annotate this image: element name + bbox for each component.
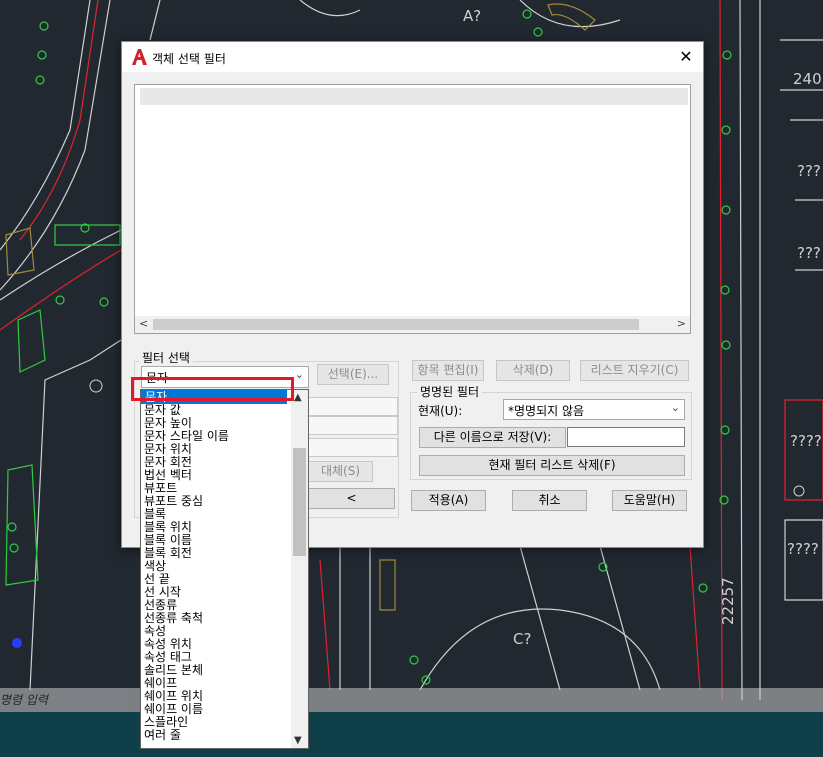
z-field[interactable] [308,438,398,457]
save-as-name-input[interactable] [567,427,685,447]
scroll-up-icon[interactable]: ▲ [294,392,302,403]
filter-list-row[interactable] [140,88,688,105]
select-button[interactable]: 선택(E)... [317,364,389,385]
cancel-button[interactable]: 취소 [512,490,587,511]
dialog-title: 객체 선택 필터 [152,52,226,66]
map-label: 22257 [719,577,737,625]
edit-item-button[interactable]: 항목 편집(I) [412,360,484,381]
map-label: ???? [790,432,822,450]
map-label: ??? [797,244,821,262]
current-label: 현재(U): [418,404,463,418]
filter-list[interactable]: < > [134,84,691,334]
help-button[interactable]: 도움말(H) [612,490,687,511]
command-line[interactable]: 명령 입력 [0,688,823,712]
close-icon[interactable]: ✕ [675,46,697,68]
map-label: A? [463,7,481,25]
add-to-list-button[interactable]: < [308,488,395,509]
map-label: 240 [793,70,822,88]
scroll-left-icon[interactable]: < [139,317,148,330]
filter-selection-legend: 필터 선택 [139,349,193,366]
map-label: ???? [787,540,819,558]
named-filters-legend: 명명된 필터 [417,383,483,400]
dropdown-vertical-scrollbar[interactable]: ▲ ▼ [291,390,308,748]
scroll-thumb[interactable] [293,448,306,556]
map-label: ??? [797,162,821,180]
taskbar [0,712,823,757]
save-as-button[interactable]: 다른 이름으로 저장(V): [419,427,566,448]
scroll-right-icon[interactable]: > [677,317,686,330]
map-label: C? [513,630,531,648]
command-line-prompt: 명령 입력 [0,693,48,707]
delete-current-filter-button[interactable]: 현재 필터 리스트 삭제(F) [419,455,685,476]
chevron-down-icon: ⌄ [670,401,680,414]
y-field[interactable] [308,416,398,435]
highlight-box [131,377,294,401]
autocad-a-icon [132,49,147,65]
delete-button[interactable]: 삭제(D) [496,360,570,381]
current-filter-combo[interactable]: *명명되지 않음 ⌄ [503,399,685,420]
x-field[interactable] [308,397,398,416]
marker-icon [12,638,22,648]
dropdown-item[interactable]: 여러 줄 [144,729,181,742]
horizontal-scrollbar[interactable]: < > [135,316,690,333]
current-filter-value: *명명되지 않음 [508,404,585,418]
dialog-titlebar: 객체 선택 필터 ✕ [122,42,703,72]
scroll-down-icon[interactable]: ▼ [294,735,302,746]
substitute-button[interactable]: 대체(S) [308,461,373,482]
taskbar-app-icon[interactable] [14,740,30,756]
filter-type-dropdown-list[interactable]: 문자 문자 값 문자 높이 문자 스타일 이름 문자 위치 문자 회전 법선 벡… [140,389,309,749]
clear-list-button[interactable]: 리스트 지우기(C) [580,360,689,381]
scroll-thumb[interactable] [153,319,639,330]
chevron-down-icon: ⌄ [294,368,304,381]
apply-button[interactable]: 적용(A) [411,490,486,511]
